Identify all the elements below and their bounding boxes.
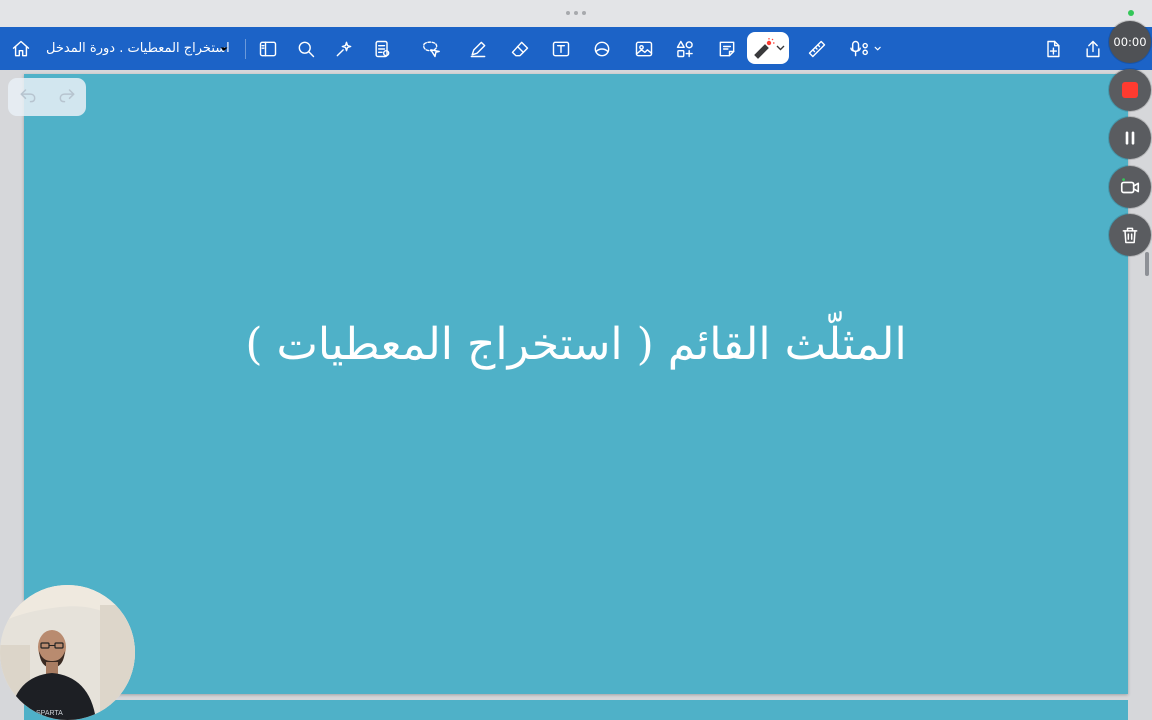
next-notebook-page[interactable] <box>24 700 1128 720</box>
webcam-overlay[interactable]: SPARTA <box>0 585 135 720</box>
camera-toggle-button[interactable] <box>1109 166 1151 208</box>
ai-sparkle-icon <box>336 41 352 56</box>
image-icon <box>635 41 653 56</box>
laser-pointer-tool[interactable] <box>747 32 789 64</box>
shapes-tool[interactable] <box>590 27 614 70</box>
recording-timer: 00:00 <box>1109 21 1151 63</box>
pause-recording-button[interactable] <box>1109 117 1151 159</box>
redo-button[interactable] <box>57 85 77 109</box>
app-window: استخراج المعطيات . دورة المدخل المثلّث ا… <box>0 0 1152 720</box>
ruler-icon <box>808 40 826 57</box>
trash-icon <box>1122 227 1138 244</box>
pen-icon <box>470 41 486 57</box>
redo-icon <box>59 89 74 103</box>
laser-pointer-icon <box>754 38 785 59</box>
chevron-down-icon <box>220 47 228 51</box>
toolbar: استخراج المعطيات . دورة المدخل <box>0 27 1152 70</box>
document-menu-button[interactable] <box>218 27 230 70</box>
delete-recording-button[interactable] <box>1109 214 1151 256</box>
document-title[interactable]: استخراج المعطيات . دورة المدخل <box>46 27 230 70</box>
search-button[interactable] <box>294 27 318 70</box>
ruler-tool[interactable] <box>805 27 829 70</box>
notebook-canvas[interactable]: المثلّث القائم ( استخراج المعطيات ) <box>0 70 1152 720</box>
presenter-video: SPARTA <box>0 585 135 720</box>
home-button[interactable] <box>8 27 34 70</box>
share-button[interactable] <box>1081 27 1105 70</box>
text-box-icon <box>552 41 570 56</box>
sticky-note-icon <box>719 41 735 56</box>
toolbar-divider <box>245 39 246 59</box>
notebook-page[interactable]: المثلّث القائم ( استخراج المعطيات ) <box>24 74 1128 694</box>
sidebar-icon <box>259 41 277 56</box>
document-list-icon <box>375 40 390 57</box>
multitask-grabber[interactable] <box>566 11 586 15</box>
eraser-icon <box>511 41 529 56</box>
recording-indicator-dot <box>1128 10 1134 16</box>
share-icon <box>1086 40 1100 57</box>
shape-icon <box>594 41 610 56</box>
undo-redo-bar <box>8 78 86 116</box>
document-outline-button[interactable] <box>370 27 394 70</box>
eraser-tool[interactable] <box>508 27 532 70</box>
sticky-note-tool[interactable] <box>715 27 739 70</box>
pen-tool[interactable] <box>466 27 490 70</box>
pause-icon <box>1125 131 1135 145</box>
video-camera-icon <box>1120 178 1140 194</box>
elements-icon <box>676 40 693 57</box>
image-tool[interactable] <box>632 27 656 70</box>
audio-recording-button[interactable] <box>846 27 886 70</box>
elements-tool[interactable] <box>673 27 697 70</box>
ai-assistant-button[interactable] <box>332 27 356 70</box>
slide-title: المثلّث القائم ( استخراج المعطيات ) <box>245 319 907 370</box>
sidebar-toggle-button[interactable] <box>256 27 280 70</box>
text-tool[interactable] <box>549 27 573 70</box>
status-bar <box>0 0 1152 27</box>
undo-button[interactable] <box>18 85 38 109</box>
microphone-icon <box>850 40 881 56</box>
add-page-button[interactable] <box>1041 27 1065 70</box>
undo-icon <box>20 89 35 103</box>
lasso-tool[interactable] <box>418 27 442 70</box>
home-icon <box>12 40 30 56</box>
stop-recording-button[interactable] <box>1109 69 1151 111</box>
stop-icon <box>1122 82 1138 98</box>
scroll-indicator[interactable] <box>1145 252 1149 276</box>
lasso-icon <box>423 40 440 57</box>
add-page-icon <box>1047 40 1060 57</box>
search-icon <box>298 41 315 57</box>
